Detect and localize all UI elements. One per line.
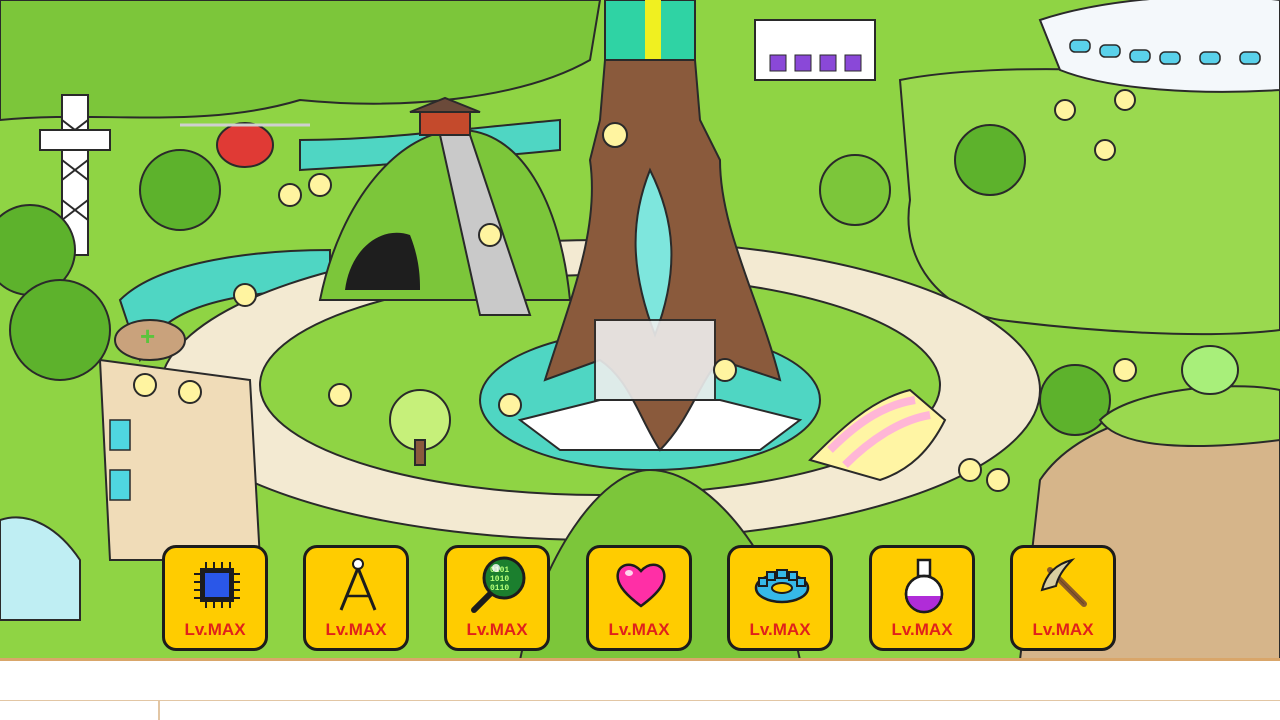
cpu-chip-icon — [194, 562, 240, 608]
upgrade-button-research[interactable]: 0101 1010 0110 Lv.MAX — [444, 545, 550, 651]
binary-magnifier-icon: 010110100110 — [471, 556, 526, 613]
upgrade-button-mining[interactable]: Lv.MAX — [1010, 545, 1116, 651]
upgrade-button-tech[interactable]: Lv.MAX — [162, 545, 268, 651]
upgrade-level: Lv.MAX — [749, 620, 811, 639]
pickaxe-icon — [1040, 558, 1087, 607]
upgrade-level: Lv.MAX — [325, 620, 387, 639]
panel-separator — [158, 700, 160, 720]
upgrade-level: Lv.MAX — [608, 620, 670, 639]
upgrade-button-engineering[interactable]: Lv.MAX — [727, 545, 833, 651]
svg-text:+: + — [140, 321, 155, 351]
svg-text:0110: 0110 — [490, 584, 509, 593]
upgrade-button-design[interactable]: Lv.MAX — [303, 545, 409, 651]
upgrade-level: Lv.MAX — [466, 620, 528, 639]
upgrade-level: Lv.MAX — [1032, 620, 1094, 639]
heart-icon — [616, 563, 666, 608]
panel-top-border — [0, 700, 1280, 701]
potion-flask-icon — [904, 558, 944, 614]
upgrade-level: Lv.MAX — [891, 620, 953, 639]
drafting-compass-icon — [339, 558, 377, 611]
upgrade-button-science[interactable]: Lv.MAX — [869, 545, 975, 651]
upgrade-level: Lv.MAX — [184, 620, 246, 639]
svg-text:1010: 1010 — [490, 575, 509, 584]
bottom-divider — [0, 658, 1280, 661]
upgrade-button-happiness[interactable]: Lv.MAX — [586, 545, 692, 651]
gear-icon — [754, 569, 810, 604]
